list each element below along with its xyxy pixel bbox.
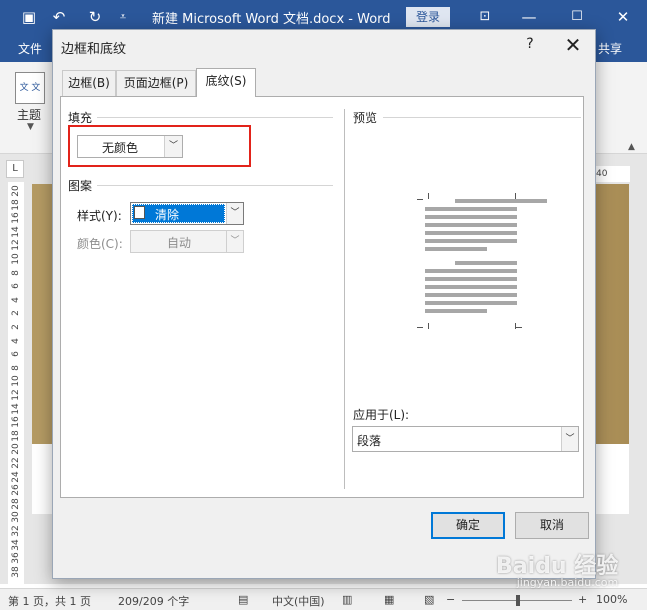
preview-text-line xyxy=(425,309,487,313)
pattern-style-value: 清除 xyxy=(155,208,180,222)
file-tab[interactable]: 文件 xyxy=(18,40,42,57)
color-label: 颜色(C): xyxy=(77,237,123,251)
preview-corner xyxy=(423,193,429,199)
ruler-number: 38 xyxy=(11,566,21,578)
login-button[interactable]: 登录 xyxy=(406,7,450,27)
collapse-ribbon-icon[interactable]: ▲ xyxy=(628,142,635,152)
borders-shading-dialog: 边框和底纹 ? ✕ 边框(B) 页面边框(P) 底纹(S) 填充 无颜色 ﹀ 图… xyxy=(52,29,596,579)
preview-corner xyxy=(423,323,429,329)
chevron-down-icon[interactable]: ﹀ xyxy=(226,231,243,252)
preview-section-label: 预览 xyxy=(353,111,378,125)
redo-icon[interactable]: ↻ xyxy=(86,8,104,26)
document-title: 新建 Microsoft Word 文档.docx - Word xyxy=(152,12,391,27)
dialog-close-button[interactable]: ✕ xyxy=(563,33,583,57)
preview-text-line xyxy=(425,223,517,227)
ok-button[interactable]: 确定 xyxy=(431,512,505,539)
fill-section-label: 填充 xyxy=(68,111,93,125)
help-button[interactable]: ? xyxy=(522,36,538,52)
preview-text-line xyxy=(425,247,487,251)
vertical-ruler: 20 18 16 14 12 10 8 6 4 2 2 4 6 8 10 12 14 16 18 20 22 24 26 28… xyxy=(8,182,24,586)
preview-text-line xyxy=(455,261,517,265)
zoom-level[interactable]: 100% xyxy=(596,593,627,606)
zoom-in-icon[interactable]: + xyxy=(578,593,587,606)
language-indicator[interactable]: 中文(中国) xyxy=(272,593,325,609)
style-label: 样式(Y): xyxy=(77,209,122,223)
preview-text-line xyxy=(425,285,517,289)
preview-text-line xyxy=(425,269,517,273)
tab-borders[interactable]: 边框(B) xyxy=(62,70,116,96)
apply-to-label: 应用于(L): xyxy=(353,408,410,422)
pattern-swatch xyxy=(134,206,145,219)
preview-corner xyxy=(515,323,521,329)
preview-text-line xyxy=(455,199,547,203)
page-count[interactable]: 第 1 页，共 1 页 xyxy=(8,593,91,609)
web-layout-icon[interactable]: ▧ xyxy=(424,593,434,606)
maximize-icon[interactable]: ☐ xyxy=(568,8,586,26)
pattern-style-dropdown[interactable]: 清除 ﹀ xyxy=(130,202,244,225)
tab-page-border[interactable]: 页面边框(P) xyxy=(116,70,196,96)
dialog-title: 边框和底纹 xyxy=(61,42,127,57)
theme-icon[interactable]: 文 文 xyxy=(15,72,45,104)
apply-to-dropdown[interactable]: 段落 ﹀ xyxy=(352,426,579,452)
preview-text-line xyxy=(425,239,517,243)
theme-label[interactable]: 主题 xyxy=(17,106,41,123)
preview-corner xyxy=(417,199,423,205)
baidu-watermark: Baidu 经验 jingyan.baidu.com xyxy=(496,548,618,589)
tab-selector[interactable]: L xyxy=(6,160,24,178)
preview-text-line xyxy=(425,293,517,297)
preview-text-line xyxy=(425,231,517,235)
preview-text-line xyxy=(425,277,517,281)
pattern-divider xyxy=(97,185,333,186)
zoom-out-icon[interactable]: − xyxy=(446,593,455,606)
chevron-down-icon[interactable]: ▼ xyxy=(27,122,34,132)
read-mode-icon[interactable]: ▥ xyxy=(342,593,352,606)
horizontal-ruler: 40 xyxy=(590,166,630,182)
customize-qat-icon[interactable]: ⩡ xyxy=(114,8,132,26)
window-close-icon[interactable]: ✕ xyxy=(614,8,632,26)
preview-text-line xyxy=(425,207,517,211)
preview-text-line xyxy=(425,215,517,219)
ribbon-display-icon[interactable]: ⊡ xyxy=(476,8,494,26)
preview-divider xyxy=(383,117,581,118)
pattern-color-dropdown[interactable]: 自动 ﹀ xyxy=(130,230,244,253)
word-count[interactable]: 209/209 个字 xyxy=(118,593,189,609)
fill-divider xyxy=(97,117,333,118)
apply-to-value: 段落 xyxy=(357,434,382,448)
preview-text-line xyxy=(425,301,517,305)
save-icon[interactable]: ▣ xyxy=(20,8,38,26)
cancel-button[interactable]: 取消 xyxy=(515,512,589,539)
chevron-down-icon[interactable]: ﹀ xyxy=(226,203,243,224)
proofing-icon[interactable]: ▤ xyxy=(238,593,248,606)
pattern-color-value: 自动 xyxy=(166,236,191,250)
print-layout-icon[interactable]: ▦ xyxy=(384,593,394,606)
tab-shading[interactable]: 底纹(S) xyxy=(196,68,256,97)
panel-divider xyxy=(344,109,345,489)
status-bar: 第 1 页，共 1 页 209/209 个字 ▤ 中文(中国) ▥ ▦ ▧ − … xyxy=(0,588,647,610)
zoom-slider-thumb[interactable] xyxy=(516,595,520,606)
highlight-annotation xyxy=(68,125,251,167)
chevron-down-icon[interactable]: ﹀ xyxy=(561,427,578,451)
undo-icon[interactable]: ↶ xyxy=(50,8,68,26)
share-tab[interactable]: 共享 xyxy=(598,40,622,57)
minimize-icon[interactable]: — xyxy=(520,8,538,26)
pattern-section-label: 图案 xyxy=(68,179,93,193)
